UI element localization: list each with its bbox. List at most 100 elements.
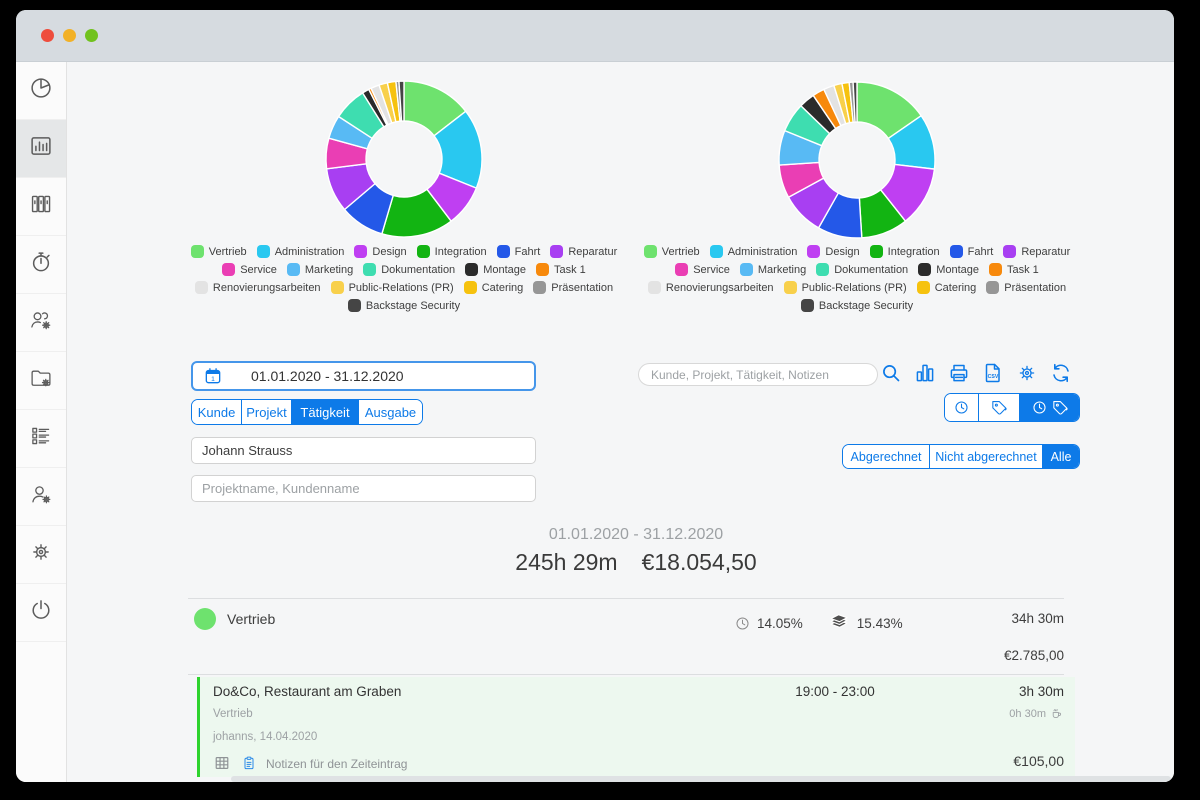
legend-swatch [536,263,549,276]
legend-swatch [363,263,376,276]
zoom-window-button[interactable] [85,29,98,42]
legend-item: Dokumentation [816,263,908,276]
legend-swatch [550,245,563,258]
minimize-window-button[interactable] [63,29,76,42]
legend-item: Catering [917,281,977,294]
legend-item: Task 1 [536,263,586,276]
legend-label: Administration [728,246,798,258]
summary-date-range: 01.01.2020 - 31.12.2020 [197,526,1075,544]
sidebar-item-pie-chart[interactable] [16,62,66,120]
legend-label: Montage [936,264,979,276]
legend-item: Integration [417,245,487,258]
legend-swatch [331,281,344,294]
legend-swatch [348,299,361,312]
sidebar-item-power[interactable] [16,584,66,642]
file-csv-icon[interactable]: CSV [981,361,1005,385]
sidebar-item-stopwatch[interactable] [16,236,66,294]
legend-label: Vertrieb [662,246,700,258]
legend-item: Fahrt [497,245,541,258]
legend-label: Marketing [305,264,353,276]
summary-totals: 245h 29m €18.054,50 [197,549,1075,576]
legend-swatch [257,245,270,258]
sidebar-item-team-settings[interactable] [16,294,66,352]
legend-label: Design [825,246,859,258]
legend-swatch [870,245,883,258]
legend-item: Reparatur [1003,245,1070,258]
toggle-clock[interactable] [945,394,979,421]
legend-swatch [801,299,814,312]
entry-amount: €105,00 [1013,753,1064,769]
search-icon[interactable] [879,361,903,385]
legend-item: Renovierungsarbeiten [195,281,321,294]
toggle-tag[interactable] [979,394,1020,421]
legend-label: Reparatur [568,246,617,258]
entry-title: Do&Co, Restaurant am Graben [213,684,401,699]
legend-swatch [989,263,1002,276]
legend-label: Backstage Security [819,300,913,312]
project-filter-input[interactable] [191,475,536,502]
legend-label: Design [372,246,406,258]
legend-label: Integration [888,246,940,258]
legend-label: Präsentation [1004,282,1066,294]
toggle-clock-tag[interactable] [1020,394,1079,421]
legend-label: Renovierungsarbeiten [666,282,774,294]
time-donut-chart [319,74,489,244]
bar-chart-small-icon[interactable] [913,361,937,385]
date-range-picker[interactable]: 1 01.01.2020 - 31.12.2020 [191,361,536,391]
legend-label: Vertrieb [209,246,247,258]
legend-label: Renovierungsarbeiten [213,282,321,294]
tab-tätigkeit[interactable]: Tätigkeit [292,400,359,424]
entry-duration: 3h 30m [1019,684,1064,699]
entry-category: Vertrieb [213,708,253,720]
legend-item: Fahrt [950,245,994,258]
bar-chart-icon [28,133,54,164]
legend-item: Public-Relations (PR) [784,281,907,294]
sync-icon[interactable] [1049,361,1073,385]
legend-swatch [816,263,829,276]
legend-item: Design [807,245,859,258]
legend-item: Design [354,245,406,258]
legend-swatch [986,281,999,294]
legend-item: Reparatur [550,245,617,258]
sidebar-item-task-list[interactable] [16,410,66,468]
sidebar-item-bar-chart[interactable] [16,120,66,178]
legend-swatch [191,245,204,258]
legend-item: Dokumentation [363,263,455,276]
tab-kunde[interactable]: Kunde [192,400,242,424]
sidebar-item-project-folder-settings[interactable] [16,352,66,410]
horizontal-scrollbar[interactable] [231,776,1171,782]
billing-filter-abgerechnet[interactable]: Abgerechnet [843,445,930,468]
legend-swatch [648,281,661,294]
activity-filter-input[interactable] [191,437,536,464]
time-entry-row[interactable]: Do&Co, Restaurant am Graben 19:00 - 23:0… [197,677,1075,777]
billing-filter-nicht-abgerechnet[interactable]: Nicht abgerechnet [930,445,1043,468]
revenue-donut-chart [772,75,942,245]
entry-note: Notizen für den Zeiteintrag [266,757,407,771]
settings-gear-icon[interactable] [1015,361,1039,385]
legend-swatch [710,245,723,258]
legend-item: Renovierungsarbeiten [648,281,774,294]
legend-item: Vertrieb [644,245,700,258]
settings-gear-icon [28,539,54,570]
printer-icon[interactable] [947,361,971,385]
sidebar-item-archive-binders[interactable] [16,178,66,236]
legend-label: Präsentation [551,282,613,294]
search-input[interactable] [638,363,878,386]
billing-filter-alle[interactable]: Alle [1043,445,1079,468]
sidebar-item-settings-gear[interactable] [16,526,66,584]
app-window: Vertrieb Administration Design Integration F… [16,10,1174,782]
category-group-row[interactable]: Vertrieb 14.05% 15.43% [194,599,1075,673]
close-window-button[interactable] [41,29,54,42]
legend-label: Public-Relations (PR) [349,282,454,294]
legend-label: Task 1 [554,264,586,276]
entry-break: 0h 30m [1009,707,1064,721]
legend-item: Task 1 [989,263,1039,276]
legend-swatch [807,245,820,258]
sidebar-item-user-settings[interactable] [16,468,66,526]
tab-ausgabe[interactable]: Ausgabe [359,400,422,424]
tab-projekt[interactable]: Projekt [242,400,292,424]
legend-item: Administration [257,245,345,258]
date-range-value: 01.01.2020 - 31.12.2020 [251,368,404,384]
legend-item: Public-Relations (PR) [331,281,454,294]
legend-item: Service [222,263,277,276]
